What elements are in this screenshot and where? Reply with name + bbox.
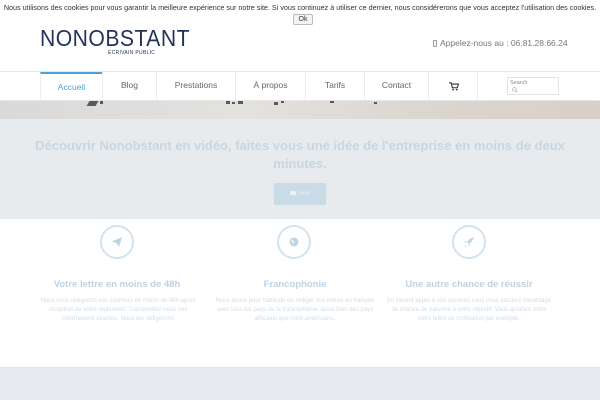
- search-box: [507, 77, 559, 95]
- feature-text-1: Nous vous rédigeons vos courriers en moi…: [40, 298, 196, 322]
- video-camera-icon: [290, 191, 297, 195]
- feature-title-3: Une autre chance de réussir: [405, 279, 533, 290]
- page: Nous utilisons des cookies pour vous gar…: [0, 0, 600, 400]
- nav-item-contact[interactable]: Contact: [364, 72, 428, 101]
- cart-icon: [449, 82, 459, 91]
- rocket-icon: [464, 237, 474, 247]
- feature-text-2: Nous avons pour habitude de rédiger nos …: [215, 298, 375, 322]
- nav-item-blog[interactable]: Blog: [102, 72, 156, 101]
- phone-text: Appelez-nous au : 06.81.28.66.24: [440, 38, 568, 48]
- nav-item-a-propos[interactable]: À propos: [235, 72, 305, 101]
- feature-title-1: Votre lettre en moins de 48h: [53, 279, 181, 290]
- cookie-bar: Nous utilisons des cookies pour vous gar…: [0, 0, 600, 27]
- paper-plane-icon: [112, 237, 122, 247]
- nav-item-cart[interactable]: [428, 72, 478, 101]
- nav-item-tarifs[interactable]: Tarifs: [305, 72, 364, 101]
- feature-text-3: En faisant appel à nos services vous vou…: [386, 298, 552, 322]
- watch-video-label: Voir: [299, 191, 310, 197]
- cookie-text: Nous utilisons des cookies pour vous gar…: [3, 3, 597, 12]
- video-title: Découvrir Nonobstant en vidéo, faites vo…: [35, 138, 565, 171]
- logo-subtitle: ÉCRIVAIN PUBLIC: [108, 50, 156, 56]
- search-input[interactable]: [510, 79, 556, 87]
- cookie-ok-button[interactable]: Ok: [293, 14, 313, 25]
- feature-title-2: Francophonie: [263, 279, 327, 290]
- feature-icon-circle-1: [100, 225, 134, 259]
- feature-icon-circle-3: [452, 225, 486, 259]
- phone-contact: Appelez-nous au : 06.81.28.66.24: [433, 38, 568, 48]
- logo[interactable]: NONOBSTANT: [40, 25, 190, 52]
- watch-video-button[interactable]: Voir: [274, 183, 326, 205]
- nav-item-prestations[interactable]: Prestations: [156, 72, 235, 101]
- nav-item-accueil[interactable]: Accueil: [40, 72, 102, 101]
- phone-icon: [433, 40, 437, 47]
- footer-band: [0, 367, 600, 400]
- hero-image: [0, 101, 600, 119]
- globe-icon: [289, 237, 299, 247]
- search-icon[interactable]: [512, 87, 518, 93]
- feature-icon-circle-2: [277, 225, 311, 259]
